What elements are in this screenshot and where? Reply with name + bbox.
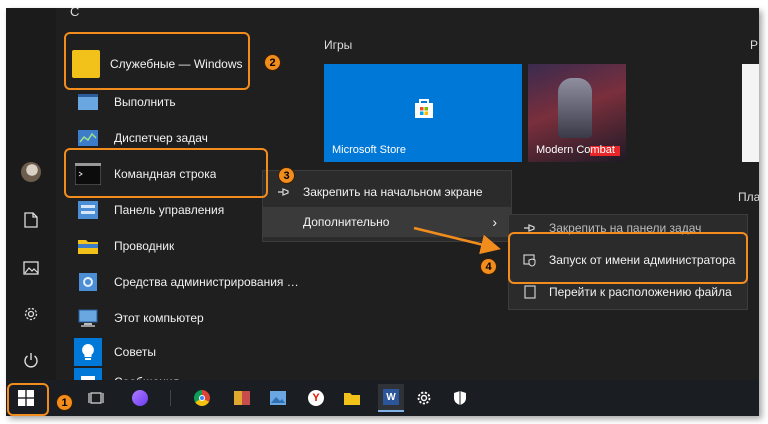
step-badge-3: 3 <box>278 167 295 184</box>
annotation-arrow <box>413 226 501 255</box>
screenshot: С Служебные — Windows ^ Выполнить Диспет… <box>6 8 759 416</box>
step-badge-2: 2 <box>264 54 281 71</box>
step-badge-1: 1 <box>56 394 73 411</box>
step-badge-4: 4 <box>480 258 497 275</box>
